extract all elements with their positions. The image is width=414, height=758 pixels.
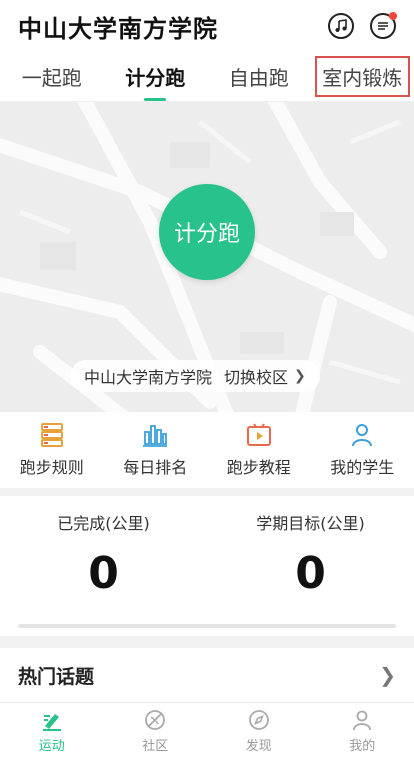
nav-discover[interactable]: 发现 (207, 703, 311, 758)
tab-free-run[interactable]: 自由跑 (207, 52, 311, 101)
tutorial-icon (246, 423, 271, 446)
student-icon (352, 424, 373, 447)
completed-stat: 已完成(公里) 0 (0, 510, 207, 596)
ranking-icon (143, 425, 168, 447)
app-header: 中山大学南方学院 (0, 0, 414, 52)
quick-item-rules[interactable]: 跑步规则 (0, 412, 104, 488)
target-value: 0 (295, 548, 326, 599)
quick-label-ranking: 每日排名 (123, 458, 188, 477)
quick-label-rules: 跑步规则 (19, 458, 84, 477)
nav-label-profile: 我的 (349, 738, 376, 754)
tab-score-run[interactable]: 计分跑 (104, 52, 208, 101)
rules-icon (40, 423, 63, 447)
sport-icon (42, 713, 61, 731)
switch-campus-button[interactable]: 中山大学南方学院 切换校区 ❯ (70, 360, 320, 392)
discover-icon (248, 709, 269, 730)
distance-stats: 已完成(公里) 0 学期目标(公里) 0 (0, 496, 414, 636)
completed-value: 0 (88, 548, 119, 599)
message-icon[interactable] (370, 12, 397, 39)
quick-item-tutorial[interactable]: 跑步教程 (207, 412, 311, 488)
run-mode-tabs: 一起跑 计分跑 自由跑 室内锻炼 (0, 52, 414, 102)
page-title: 中山大学南方学院 (18, 14, 218, 43)
completed-label: 已完成(公里) (57, 514, 150, 533)
notification-dot (389, 12, 397, 20)
tab-indoor-exercise[interactable]: 室内锻炼 (311, 52, 414, 101)
nav-profile[interactable]: 我的 (311, 703, 414, 758)
map-view[interactable]: 计分跑 中山大学南方学院 切换校区 ❯ (0, 102, 414, 412)
profile-icon (353, 710, 372, 730)
nav-label-community: 社区 (142, 738, 169, 754)
quick-item-ranking[interactable]: 每日排名 (104, 412, 208, 488)
community-icon (145, 709, 166, 730)
distance-progress-bar (18, 624, 396, 628)
quick-actions: 跑步规则 每日排名 跑步教程 我的学生 (0, 412, 414, 488)
nav-community[interactable]: 社区 (104, 703, 208, 758)
nav-sport[interactable]: 运动 (0, 703, 104, 758)
quick-item-students[interactable]: 我的学生 (311, 412, 414, 488)
nav-label-sport: 运动 (38, 738, 65, 754)
quick-label-students: 我的学生 (330, 458, 395, 477)
switch-campus-label: 切换校区 (224, 368, 289, 387)
chevron-right-icon: ❯ (379, 663, 396, 687)
campus-name: 中山大学南方学院 (84, 368, 213, 387)
chevron-right-icon: ❯ (294, 368, 306, 384)
hot-topics-title: 热门话题 (18, 665, 95, 688)
app-root: 中山大学南方学院 一起跑 计分跑 自由跑 室内锻炼 1 (0, 0, 414, 758)
target-label: 学期目标(公里) (256, 514, 365, 533)
hot-topics-row[interactable]: 热门话题 ❯ (0, 648, 414, 702)
bottom-nav: 运动 社区 发现 我的 (0, 702, 414, 758)
start-score-run-button[interactable]: 计分跑 (159, 184, 255, 280)
tab-together-run[interactable]: 一起跑 (0, 52, 104, 101)
quick-label-tutorial: 跑步教程 (226, 458, 291, 477)
nav-label-discover: 发现 (245, 738, 272, 754)
music-icon[interactable] (328, 13, 354, 39)
target-stat: 学期目标(公里) 0 (207, 510, 414, 596)
